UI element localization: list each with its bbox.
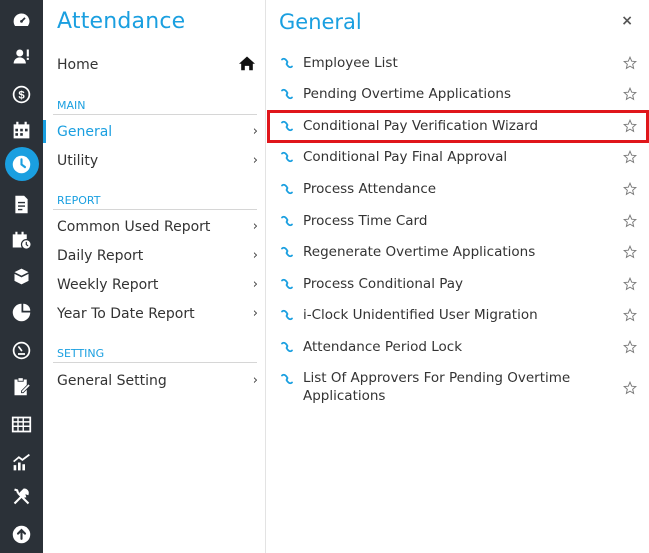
dollar-icon[interactable]: $ — [0, 76, 43, 112]
list-item-attendance-period-lock[interactable]: Attendance Period Lock — [267, 337, 649, 357]
link-icon — [281, 341, 293, 353]
chevron-right-icon: › — [252, 124, 258, 139]
list-item-label-line-2: Applications — [303, 388, 386, 404]
list-item-label: Process Attendance — [303, 181, 437, 197]
list-item-employee-list[interactable]: Employee List — [267, 53, 649, 73]
chevron-right-icon: › — [252, 373, 258, 388]
section-label-report: REPORT — [57, 194, 101, 207]
star-icon[interactable] — [623, 182, 637, 196]
list-item-label: Employee List — [303, 55, 398, 71]
trending-chart-icon[interactable] — [0, 444, 43, 480]
menu-item-label: General Setting — [57, 372, 167, 389]
general-list-panel: General × Employee List Pending Overtime… — [267, 0, 649, 553]
section-label-setting: SETTING — [57, 347, 105, 360]
user-alert-icon[interactable] — [0, 38, 43, 74]
close-button[interactable]: × — [621, 13, 633, 29]
star-icon[interactable] — [623, 340, 637, 354]
link-icon — [281, 57, 293, 69]
menu-item-daily-report[interactable]: Daily Report › — [43, 241, 266, 270]
chevron-right-icon: › — [252, 153, 258, 168]
star-icon[interactable] — [623, 308, 637, 322]
menu-item-home[interactable]: Home — [43, 50, 266, 79]
link-icon — [281, 246, 293, 258]
link-icon — [281, 151, 293, 163]
menu-item-weekly-report[interactable]: Weekly Report › — [43, 270, 266, 299]
list-item-label-wrap: List Of Approvers For Pending Overtime A… — [303, 369, 570, 405]
divider — [53, 362, 257, 363]
link-icon — [281, 88, 293, 100]
attendance-menu: Attendance Home MAIN General › Utility ›… — [43, 0, 266, 553]
icon-rail: $ — [0, 0, 43, 553]
link-icon — [281, 183, 293, 195]
menu-item-utility[interactable]: Utility › — [43, 146, 266, 175]
svg-text:$: $ — [18, 89, 25, 101]
tools-icon[interactable] — [0, 478, 43, 514]
list-item-process-time-card[interactable]: Process Time Card — [267, 211, 649, 231]
star-icon[interactable] — [623, 56, 637, 70]
list-item-list-of-approvers[interactable]: List Of Approvers For Pending Overtime A… — [267, 369, 649, 409]
gauge-icon[interactable] — [0, 332, 43, 368]
menu-item-label: Common Used Report — [57, 218, 211, 235]
home-icon — [238, 55, 256, 75]
clock-icon[interactable] — [0, 146, 43, 182]
divider — [53, 209, 257, 210]
chevron-right-icon: › — [252, 219, 258, 234]
list-item-label: Regenerate Overtime Applications — [303, 244, 536, 260]
list-item-label: Conditional Pay Final Approval — [303, 149, 508, 165]
link-icon — [281, 373, 293, 385]
list-item-conditional-pay-final-approval[interactable]: Conditional Pay Final Approval — [267, 147, 649, 167]
calendar-icon[interactable] — [0, 112, 43, 148]
list-item-label-line-1: List Of Approvers For Pending Overtime — [303, 370, 571, 386]
highlight-box — [267, 110, 649, 143]
list-title: General — [279, 10, 362, 34]
chart-pie-icon[interactable] — [0, 294, 43, 330]
link-icon — [281, 215, 293, 227]
menu-item-label: Daily Report — [57, 247, 144, 264]
box-icon[interactable] — [0, 258, 43, 294]
grid-calendar-icon[interactable] — [0, 406, 43, 442]
chevron-right-icon: › — [252, 306, 258, 321]
list-item-label: Attendance Period Lock — [303, 339, 463, 355]
divider — [53, 114, 257, 115]
document-icon[interactable] — [0, 186, 43, 222]
list-item-regenerate-overtime-applications[interactable]: Regenerate Overtime Applications — [267, 242, 649, 262]
menu-item-year-to-date-report[interactable]: Year To Date Report › — [43, 299, 266, 328]
active-indicator — [4, 147, 39, 181]
star-icon[interactable] — [623, 245, 637, 259]
star-icon[interactable] — [623, 150, 637, 164]
clipboard-edit-icon[interactable] — [0, 368, 43, 404]
section-label-main: MAIN — [57, 99, 86, 112]
menu-item-label: Year To Date Report — [57, 305, 195, 322]
list-item-label: Process Conditional Pay — [303, 276, 464, 292]
star-icon[interactable] — [623, 87, 637, 101]
list-item-process-attendance[interactable]: Process Attendance — [267, 179, 649, 199]
list-item-label: Pending Overtime Applications — [303, 86, 511, 102]
link-icon — [281, 309, 293, 321]
list-item-iclock-unidentified-user-migration[interactable]: i-Clock Unidentified User Migration — [267, 305, 649, 325]
chevron-right-icon: › — [252, 277, 258, 292]
menu-item-label: General — [57, 123, 113, 140]
star-icon[interactable] — [623, 277, 637, 291]
menu-title: Attendance — [57, 9, 186, 34]
menu-item-common-used-report[interactable]: Common Used Report › — [43, 212, 266, 241]
list-item-label: Process Time Card — [303, 213, 428, 229]
menu-item-label: Home — [57, 56, 99, 73]
star-icon[interactable] — [623, 214, 637, 228]
list-item-process-conditional-pay[interactable]: Process Conditional Pay — [267, 274, 649, 294]
dashboard-icon[interactable] — [0, 2, 43, 38]
calendar-clock-icon[interactable] — [0, 222, 43, 258]
menu-item-label: Utility — [57, 152, 99, 169]
upload-icon[interactable] — [0, 516, 43, 552]
list-item-label: i-Clock Unidentified User Migration — [303, 307, 538, 323]
menu-item-label: Weekly Report — [57, 276, 159, 293]
link-icon — [281, 278, 293, 290]
list-item-pending-overtime-applications[interactable]: Pending Overtime Applications — [267, 84, 649, 104]
menu-item-general[interactable]: General › — [43, 117, 266, 146]
star-icon[interactable] — [623, 381, 637, 395]
chevron-right-icon: › — [252, 248, 258, 263]
menu-item-general-setting[interactable]: General Setting › — [43, 366, 266, 395]
